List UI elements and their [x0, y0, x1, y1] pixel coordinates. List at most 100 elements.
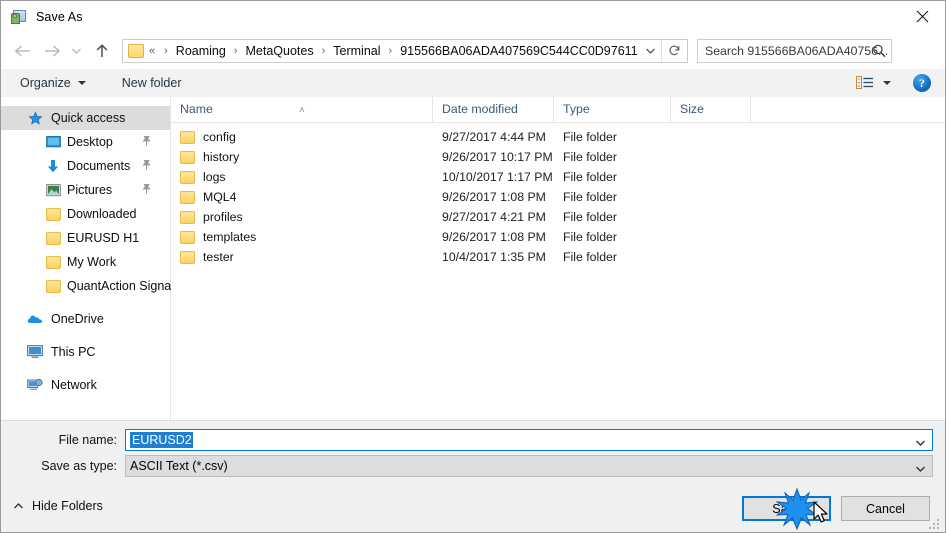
sidebar-item-pictures[interactable]: Pictures: [1, 178, 170, 202]
new-folder-button[interactable]: New folder: [115, 69, 189, 97]
folder-icon: [180, 130, 195, 144]
column-header-name[interactable]: Name ˄: [171, 97, 433, 122]
navigation-bar: « › Roaming › MetaQuotes › Terminal › 91…: [1, 32, 945, 69]
file-date-cell: 9/27/2017 4:44 PM: [442, 130, 546, 144]
column-header-size[interactable]: Size: [671, 97, 751, 122]
folder-icon: [180, 210, 195, 224]
table-row[interactable]: config 9/27/2017 4:44 PM File folder: [171, 127, 945, 147]
cancel-button-label: Cancel: [866, 501, 905, 516]
table-row[interactable]: templates 9/26/2017 1:08 PM File folder: [171, 227, 945, 247]
up-button[interactable]: [89, 38, 115, 64]
file-date-cell: 10/4/2017 1:35 PM: [442, 250, 546, 264]
new-folder-label: New folder: [121, 76, 182, 90]
breadcrumb-roaming[interactable]: Roaming: [175, 44, 227, 58]
folder-icon: [45, 278, 61, 294]
sidebar-item-documents[interactable]: Documents: [1, 154, 170, 178]
breadcrumb-metaquotes[interactable]: MetaQuotes: [245, 44, 315, 58]
file-name-label: profiles: [203, 210, 243, 224]
sidebar-item-downloaded[interactable]: Downloaded: [1, 202, 170, 226]
sidebar-item-network[interactable]: Network: [1, 373, 170, 397]
title-bar: Save As: [1, 1, 945, 32]
chevron-down-icon[interactable]: [915, 462, 926, 476]
file-name-cell: templates: [171, 230, 433, 244]
chevron-down-icon[interactable]: [639, 40, 661, 62]
folder-icon: [128, 43, 144, 58]
sidebar-item-onedrive[interactable]: OneDrive: [1, 307, 170, 331]
view-layout-icon[interactable]: [853, 71, 877, 95]
onedrive-icon: [27, 311, 43, 327]
table-row[interactable]: tester 10/4/2017 1:35 PM File folder: [171, 247, 945, 267]
folder-icon: [45, 254, 61, 270]
organize-label: Organize: [20, 76, 71, 90]
save-button[interactable]: Save: [742, 496, 831, 521]
sidebar-item-label: Desktop: [67, 135, 113, 149]
column-header-type[interactable]: Type: [554, 97, 671, 122]
breadcrumb-separator: ›: [233, 44, 238, 57]
file-name-label: config: [203, 130, 236, 144]
file-name-label: tester: [203, 250, 234, 264]
file-name-label: MQL4: [203, 190, 237, 204]
table-row[interactable]: MQL4 9/26/2017 1:08 PM File folder: [171, 187, 945, 207]
sidebar-item-label: Downloaded: [67, 207, 137, 221]
sidebar-item-label: QuantAction Signal: [67, 279, 175, 293]
recent-locations-button[interactable]: [67, 38, 85, 64]
sidebar-item-quick-access[interactable]: Quick access: [1, 106, 170, 130]
folder-icon: [45, 206, 61, 222]
file-name-row: File name: EURUSD2: [1, 429, 945, 451]
search-icon[interactable]: [872, 43, 887, 62]
search-input[interactable]: Search 915566BA06ADA40756...: [697, 38, 892, 63]
window-title: Save As: [36, 9, 83, 24]
breadcrumb-overflow[interactable]: «: [149, 45, 155, 57]
folder-icon: [180, 150, 195, 164]
file-date-cell: 9/26/2017 1:08 PM: [442, 190, 546, 204]
forward-button[interactable]: [39, 38, 65, 64]
sidebar-item-label: Quick access: [51, 111, 126, 125]
file-type-cell: File folder: [563, 170, 617, 184]
resize-grip-icon[interactable]: [929, 517, 941, 529]
table-row[interactable]: logs 10/10/2017 1:17 PM File folder: [171, 167, 945, 187]
save-as-type-row: Save as type: ASCII Text (*.csv): [1, 455, 945, 477]
back-button[interactable]: [9, 38, 35, 64]
file-name-label: File name:: [58, 433, 117, 447]
pin-icon[interactable]: [141, 183, 152, 198]
file-name-value: EURUSD2: [130, 432, 193, 448]
pin-icon[interactable]: [141, 159, 152, 174]
address-bar[interactable]: « › Roaming › MetaQuotes › Terminal › 91…: [122, 38, 688, 63]
sidebar-item-label: EURUSD H1: [67, 231, 140, 245]
breadcrumb-terminal-id[interactable]: 915566BA06ADA407569C544CC0D97611: [399, 44, 638, 58]
file-name-label: history: [203, 150, 240, 164]
sidebar-item-desktop[interactable]: Desktop: [1, 130, 170, 154]
sidebar-item-my-work[interactable]: My Work: [1, 250, 170, 274]
folder-icon: [45, 230, 61, 246]
table-row[interactable]: profiles 9/27/2017 4:21 PM File folder: [171, 207, 945, 227]
sidebar-item-eurusd-h1[interactable]: EURUSD H1: [1, 226, 170, 250]
folder-icon: [180, 250, 195, 264]
content-area: Quick access Desktop Documents Pictures …: [1, 97, 945, 420]
sidebar-item-quantaction-signal[interactable]: QuantAction Signal: [1, 274, 174, 298]
file-name-input[interactable]: EURUSD2: [125, 429, 933, 451]
sidebar-item-label: This PC: [51, 345, 96, 359]
close-icon[interactable]: [899, 1, 945, 31]
help-icon[interactable]: ?: [913, 74, 931, 92]
file-date-cell: 10/10/2017 1:17 PM: [442, 170, 553, 184]
cancel-button[interactable]: Cancel: [841, 496, 930, 521]
file-type-cell: File folder: [563, 210, 617, 224]
column-header-date-modified[interactable]: Date modified: [433, 97, 554, 122]
file-name-label: templates: [203, 230, 257, 244]
organize-button[interactable]: Organize: [13, 69, 93, 97]
sidebar-item-label: Pictures: [67, 183, 113, 197]
folder-icon: [180, 190, 195, 204]
save-as-type-select[interactable]: ASCII Text (*.csv): [125, 455, 933, 477]
chevron-down-icon[interactable]: [915, 436, 926, 450]
table-row[interactable]: history 9/26/2017 10:17 PM File folder: [171, 147, 945, 167]
sidebar-item-label: Documents: [67, 159, 131, 173]
refresh-icon[interactable]: [661, 39, 687, 62]
sidebar-item-label: My Work: [67, 255, 117, 269]
chevron-down-icon[interactable]: [883, 81, 891, 85]
save-as-dialog: Save As « › Roaming › MetaQuotes › Termi…: [0, 0, 946, 533]
pin-icon[interactable]: [141, 135, 152, 150]
breadcrumb-terminal[interactable]: Terminal: [332, 44, 381, 58]
sidebar-item-this-pc[interactable]: This PC: [1, 340, 170, 364]
help-label: ?: [919, 75, 925, 90]
hide-folders-button[interactable]: Hide Folders: [13, 499, 103, 513]
